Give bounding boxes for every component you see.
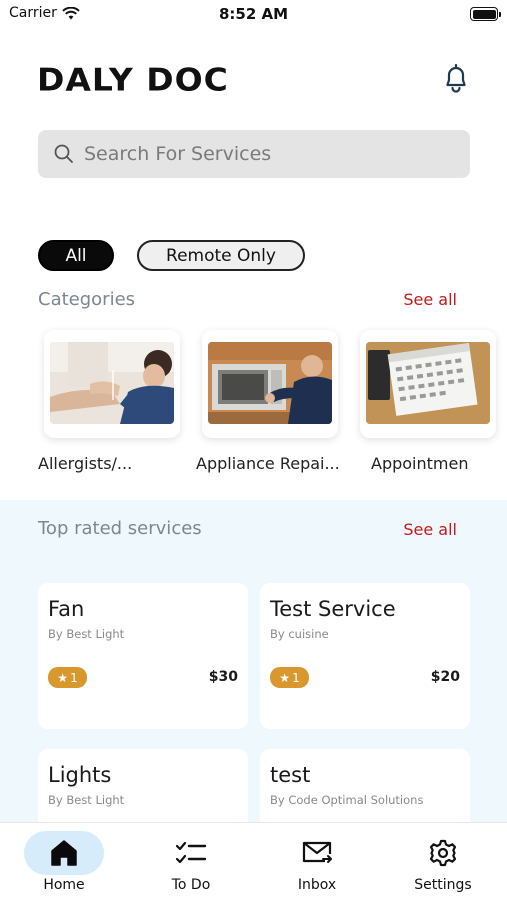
categories-see-all-link[interactable]: See all [403, 290, 457, 309]
service-title: Test Service [270, 597, 396, 621]
rating-value: 1 [70, 670, 78, 685]
category-card-appointments[interactable] [360, 330, 496, 438]
search-bar[interactable] [38, 130, 470, 178]
clock: 8:52 AM [218, 5, 289, 23]
service-price: $30 [208, 669, 238, 685]
search-icon [54, 144, 73, 163]
category-label-appliance-repair: Appliance Repai... [196, 454, 340, 473]
service-title: Lights [48, 763, 112, 787]
star-icon: ★ [279, 670, 291, 685]
category-label-allergists: Allergists/... [38, 454, 133, 473]
gear-icon [403, 831, 483, 875]
bottom-tab-bar: Home To Do Inbox Settings [0, 822, 507, 900]
category-card-appliance-repair[interactable] [202, 330, 338, 438]
top-rated-see-all-link[interactable]: See all [403, 520, 457, 539]
todo-list-icon [151, 831, 231, 875]
inbox-icon [277, 831, 357, 875]
status-bar: Carrier 8:52 AM [0, 0, 507, 30]
rating-value: 1 [292, 670, 300, 685]
tab-label: Home [43, 877, 85, 893]
battery-icon [470, 7, 501, 21]
rating-badge: ★ 1 [48, 667, 87, 688]
top-rated-title: Top rated services [38, 518, 202, 539]
tab-todo[interactable]: To Do [136, 823, 246, 900]
rating-badge: ★ 1 [270, 667, 309, 688]
service-provider: By cuisine [270, 627, 329, 641]
home-icon [24, 831, 104, 875]
tab-label: To Do [171, 877, 211, 893]
service-title: test [270, 763, 311, 787]
service-provider: By Code Optimal Solutions [270, 793, 424, 807]
tab-label: Settings [414, 877, 472, 893]
service-title: Fan [48, 597, 85, 621]
category-image-appliance-repair [208, 342, 332, 424]
star-icon: ★ [57, 670, 69, 685]
category-image-appointments [366, 342, 490, 424]
tab-home[interactable]: Home [9, 823, 119, 900]
tab-inbox[interactable]: Inbox [262, 823, 372, 900]
category-image-allergists [50, 342, 174, 424]
filter-all-button[interactable]: All [38, 240, 114, 271]
category-label-appointments: Appointmen [371, 454, 469, 473]
category-card-allergists[interactable] [44, 330, 180, 438]
categories-title: Categories [38, 289, 136, 310]
tab-settings[interactable]: Settings [388, 823, 498, 900]
bell-icon[interactable] [441, 62, 471, 94]
top-rated-section: Top rated services See all Fan By Best L… [0, 500, 507, 839]
search-input[interactable] [84, 143, 444, 165]
filter-remote-only-button[interactable]: Remote Only [137, 240, 305, 271]
service-provider: By Best Light [48, 627, 125, 641]
app-logo: DALY DOC [37, 60, 229, 99]
service-price: $20 [430, 669, 460, 685]
service-card-fan[interactable]: Fan By Best Light ★ 1 $30 [38, 583, 248, 729]
tab-label: Inbox [297, 877, 337, 893]
service-card-test-service[interactable]: Test Service By cuisine ★ 1 $20 [260, 583, 470, 729]
service-provider: By Best Light [48, 793, 125, 807]
